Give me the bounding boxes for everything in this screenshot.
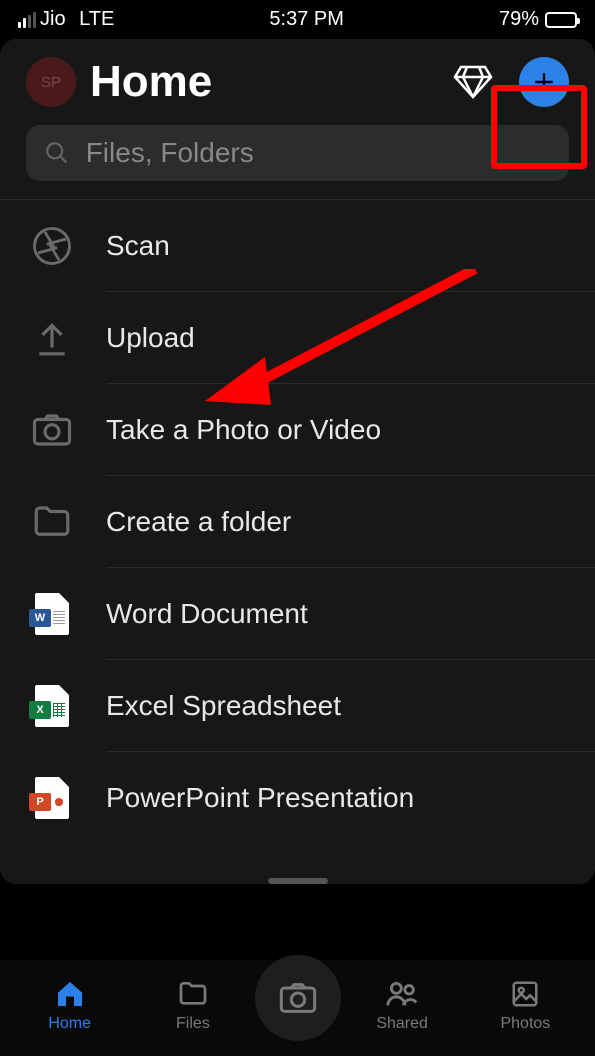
page-title: Home xyxy=(90,57,439,107)
ppt-item[interactable]: P PowerPoint Presentation xyxy=(0,752,595,844)
header: SP Home xyxy=(0,39,595,121)
carrier-label: Jio xyxy=(40,8,66,31)
item-label: Take a Photo or Video xyxy=(106,414,381,446)
add-button[interactable] xyxy=(519,57,569,107)
item-label: Create a folder xyxy=(106,506,291,538)
ppt-doc-icon: P xyxy=(30,776,74,820)
word-doc-icon: W xyxy=(30,592,74,636)
home-icon xyxy=(53,977,87,1011)
tab-files[interactable]: Files xyxy=(131,977,254,1033)
item-label: Word Document xyxy=(106,598,308,630)
signal-icon xyxy=(18,12,36,28)
search-input[interactable] xyxy=(86,137,551,169)
item-label: PowerPoint Presentation xyxy=(106,782,414,814)
tab-photos[interactable]: Photos xyxy=(464,977,587,1033)
action-list: Scan Upload Take a Photo or Video xyxy=(0,200,595,864)
battery-icon xyxy=(545,12,577,28)
battery-percentage: 79% xyxy=(499,8,539,31)
tab-label: Shared xyxy=(376,1015,428,1033)
item-label: Excel Spreadsheet xyxy=(106,690,341,722)
tab-home[interactable]: Home xyxy=(8,977,131,1033)
item-label: Upload xyxy=(106,322,195,354)
image-icon xyxy=(508,977,542,1011)
scan-item[interactable]: Scan xyxy=(0,200,595,292)
excel-item[interactable]: X Excel Spreadsheet xyxy=(0,660,595,752)
tab-bar: Home Files Shared Photos xyxy=(0,960,595,1056)
excel-doc-icon: X xyxy=(30,684,74,728)
camera-icon xyxy=(30,408,74,452)
folder-icon xyxy=(30,500,74,544)
tab-label: Home xyxy=(48,1015,91,1033)
status-bar: Jio LTE 5:37 PM 79% xyxy=(0,0,595,39)
premium-icon[interactable] xyxy=(453,62,493,102)
tab-camera[interactable] xyxy=(255,955,341,1041)
item-label: Scan xyxy=(106,230,170,262)
avatar[interactable]: SP xyxy=(26,57,76,107)
action-sheet: SP Home xyxy=(0,39,595,884)
tab-shared[interactable]: Shared xyxy=(341,977,464,1033)
search-icon xyxy=(44,139,70,167)
upload-item[interactable]: Upload xyxy=(0,292,595,384)
camera-icon xyxy=(278,978,318,1018)
word-item[interactable]: W Word Document xyxy=(0,568,595,660)
tab-label: Photos xyxy=(500,1015,550,1033)
sheet-handle[interactable] xyxy=(268,878,328,884)
take-photo-item[interactable]: Take a Photo or Video xyxy=(0,384,595,476)
search-box[interactable] xyxy=(26,125,569,181)
people-icon xyxy=(385,977,419,1011)
clock: 5:37 PM xyxy=(269,8,343,31)
create-folder-item[interactable]: Create a folder xyxy=(0,476,595,568)
upload-icon xyxy=(30,316,74,360)
network-label: LTE xyxy=(79,8,114,31)
aperture-icon xyxy=(30,224,74,268)
tab-label: Files xyxy=(176,1015,210,1033)
folder-icon xyxy=(176,977,210,1011)
